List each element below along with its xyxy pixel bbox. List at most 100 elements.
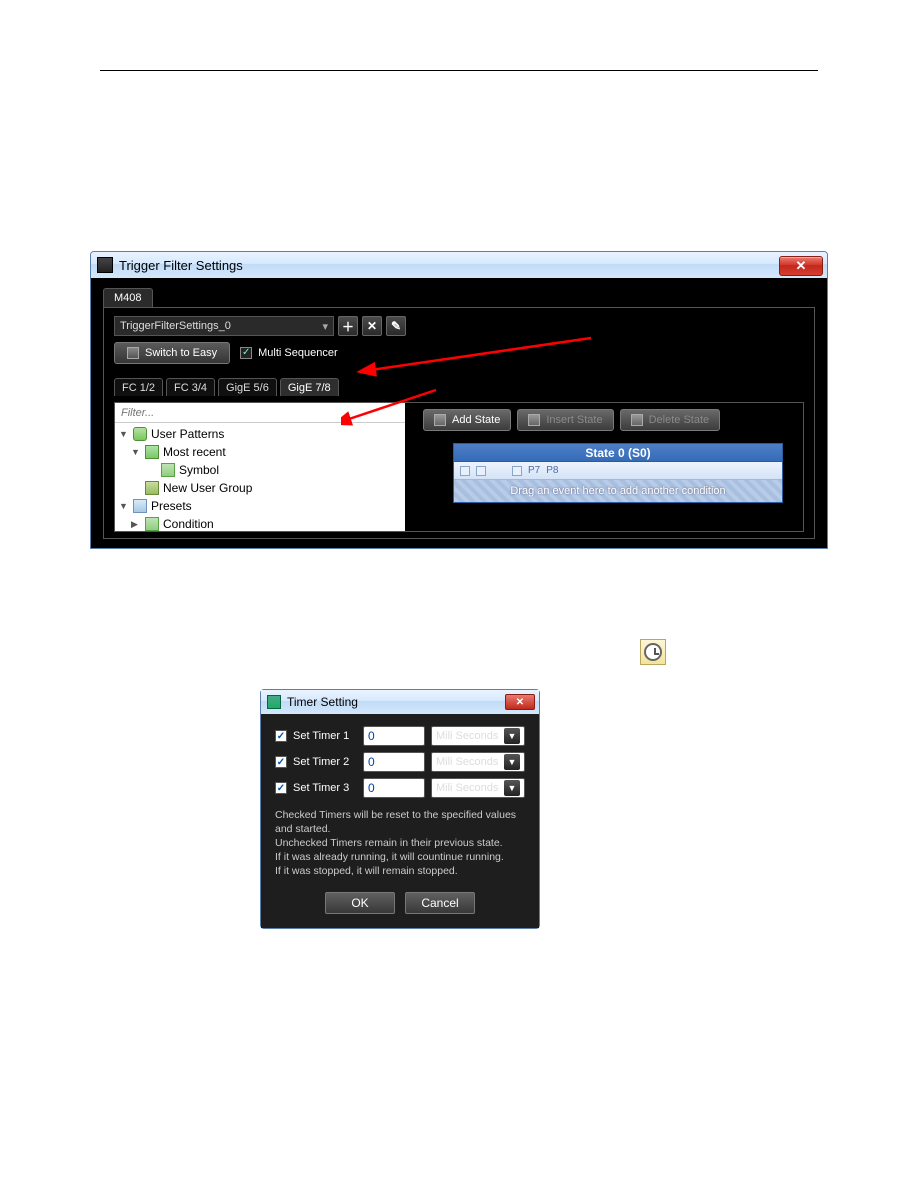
delete-settings-button[interactable]: ✕ (362, 316, 382, 336)
dialog-button-row: OK Cancel (275, 892, 525, 914)
chevron-down-icon: ▼ (504, 754, 520, 770)
state-title: State 0 (S0) (454, 444, 782, 462)
timer-1-label: Set Timer 1 (293, 730, 357, 742)
button-label: Add State (452, 414, 500, 426)
trigger-filter-settings-window: Trigger Filter Settings ✕ M408 TriggerFi… (90, 251, 828, 549)
layout-icon (127, 347, 139, 359)
multi-sequencer-checkbox[interactable]: ✓ Multi Sequencer (240, 347, 338, 359)
chevron-down-icon: ▼ (504, 780, 520, 796)
tree-label: Presets (151, 499, 192, 513)
settings-panel: TriggerFilterSettings_0 ▾ ＋ ✕ ✎ Switch t… (103, 307, 815, 539)
insert-icon (528, 414, 540, 426)
device-tab[interactable]: M408 (103, 288, 153, 307)
drop-condition-area[interactable]: Drag an event here to add another condit… (454, 480, 782, 502)
dialog-title: Timer Setting (287, 695, 505, 709)
settings-name-row: TriggerFilterSettings_0 ▾ ＋ ✕ ✎ (114, 316, 804, 336)
collapse-icon: ▼ (131, 447, 141, 457)
timer-2-checkbox[interactable]: ✓ (275, 756, 287, 768)
port-p7: P7 (528, 465, 540, 476)
multi-sequencer-label: Multi Sequencer (258, 347, 338, 359)
timer-3-checkbox[interactable]: ✓ (275, 782, 287, 794)
tree-label: New User Group (163, 481, 252, 495)
timer-2-unit-select[interactable]: Mili Seconds ▼ (431, 752, 525, 772)
close-button[interactable]: ✕ (779, 256, 823, 276)
state-button-row: Add State Insert State Delete State (423, 409, 803, 431)
tree-presets[interactable]: ▼ Presets (115, 497, 405, 515)
cancel-button[interactable]: Cancel (405, 892, 475, 914)
mode-row: Switch to Easy ✓ Multi Sequencer (114, 342, 804, 364)
timer-1-checkbox[interactable]: ✓ (275, 730, 287, 742)
condition-icon (145, 517, 159, 531)
timer-1-unit-select[interactable]: Mili Seconds ▼ (431, 726, 525, 746)
timer-3-label: Set Timer 3 (293, 782, 357, 794)
port-tab-fc34[interactable]: FC 3/4 (166, 378, 215, 396)
timer-2-unit: Mili Seconds (436, 756, 498, 768)
symbol-icon (161, 463, 175, 477)
timer-toolbar-icon-sample (640, 639, 858, 665)
pattern-tree: ▼ User Patterns ▼ Most recent (115, 423, 405, 531)
user-icon (133, 427, 147, 441)
timer-2-row: ✓ Set Timer 2 Mili Seconds ▼ (275, 752, 525, 772)
port-body: ▼ User Patterns ▼ Most recent (114, 402, 804, 532)
add-state-button[interactable]: Add State (423, 409, 511, 431)
tree-condition[interactable]: ▶ Condition (115, 515, 405, 531)
pattern-tree-panel: ▼ User Patterns ▼ Most recent (115, 403, 405, 531)
add-settings-button[interactable]: ＋ (338, 316, 358, 336)
action-icon[interactable] (460, 466, 470, 476)
tree-label: Symbol (179, 463, 219, 477)
timer-1-value[interactable] (363, 726, 425, 746)
port-tab-fc12[interactable]: FC 1/2 (114, 378, 163, 396)
switch-to-easy-button[interactable]: Switch to Easy (114, 342, 230, 364)
tree-new-user-group[interactable]: New User Group (115, 479, 405, 497)
timer-3-unit: Mili Seconds (436, 782, 498, 794)
tree-symbol[interactable]: Symbol (115, 461, 405, 479)
port-tabs: FC 1/2 FC 3/4 GigE 5/6 GigE 7/8 (114, 378, 804, 396)
pattern-group-icon (145, 445, 159, 459)
dialog-titlebar: Timer Setting ✕ (261, 690, 539, 714)
timer-3-value[interactable] (363, 778, 425, 798)
state-action-row: P7 P8 (454, 462, 782, 480)
filter-input[interactable] (115, 403, 405, 423)
timer-1-row: ✓ Set Timer 1 Mili Seconds ▼ (275, 726, 525, 746)
page-divider (100, 70, 818, 71)
timer-3-row: ✓ Set Timer 3 Mili Seconds ▼ (275, 778, 525, 798)
sequencer-area: Add State Insert State Delete State (423, 403, 803, 531)
collapse-icon: ▼ (119, 429, 129, 439)
timer-2-value[interactable] (363, 752, 425, 772)
button-label: Insert State (546, 414, 602, 426)
app-icon (97, 257, 113, 273)
add-icon (434, 414, 446, 426)
delete-state-button[interactable]: Delete State (620, 409, 721, 431)
settings-name-value: TriggerFilterSettings_0 (120, 320, 231, 332)
close-button[interactable]: ✕ (505, 694, 535, 710)
port-tab-gige78[interactable]: GigE 7/8 (280, 378, 339, 396)
port-tab-gige56[interactable]: GigE 5/6 (218, 378, 277, 396)
tree-label: Most recent (163, 445, 226, 459)
action-icon[interactable] (512, 466, 522, 476)
tree-most-recent[interactable]: ▼ Most recent (115, 443, 405, 461)
edit-settings-button[interactable]: ✎ (386, 316, 406, 336)
checkbox-icon: ✓ (240, 347, 252, 359)
timer-setting-dialog: Timer Setting ✕ ✓ Set Timer 1 Mili Secon… (260, 689, 540, 929)
chevron-down-icon: ▼ (504, 728, 520, 744)
switch-button-label: Switch to Easy (145, 347, 217, 359)
timer-2-label: Set Timer 2 (293, 756, 357, 768)
tree-user-patterns[interactable]: ▼ User Patterns (115, 425, 405, 443)
tree-label: Condition (163, 517, 214, 531)
delete-icon (631, 414, 643, 426)
timer-hint-text: Checked Timers will be reset to the spec… (275, 808, 525, 878)
ok-button[interactable]: OK (325, 892, 395, 914)
expand-icon: ▶ (131, 519, 141, 530)
clock-icon (640, 639, 666, 665)
state-0-block: State 0 (S0) P7 P8 Drag an event here to… (453, 443, 783, 503)
settings-name-dropdown[interactable]: TriggerFilterSettings_0 ▾ (114, 316, 334, 336)
button-label: Delete State (649, 414, 710, 426)
presets-icon (133, 499, 147, 513)
timer-1-unit: Mili Seconds (436, 730, 498, 742)
window-titlebar: Trigger Filter Settings ✕ (91, 252, 827, 278)
insert-state-button[interactable]: Insert State (517, 409, 613, 431)
window-body: M408 TriggerFilterSettings_0 ▾ ＋ ✕ ✎ Swi… (91, 278, 827, 548)
group-icon (145, 481, 159, 495)
action-icon[interactable] (476, 466, 486, 476)
timer-3-unit-select[interactable]: Mili Seconds ▼ (431, 778, 525, 798)
